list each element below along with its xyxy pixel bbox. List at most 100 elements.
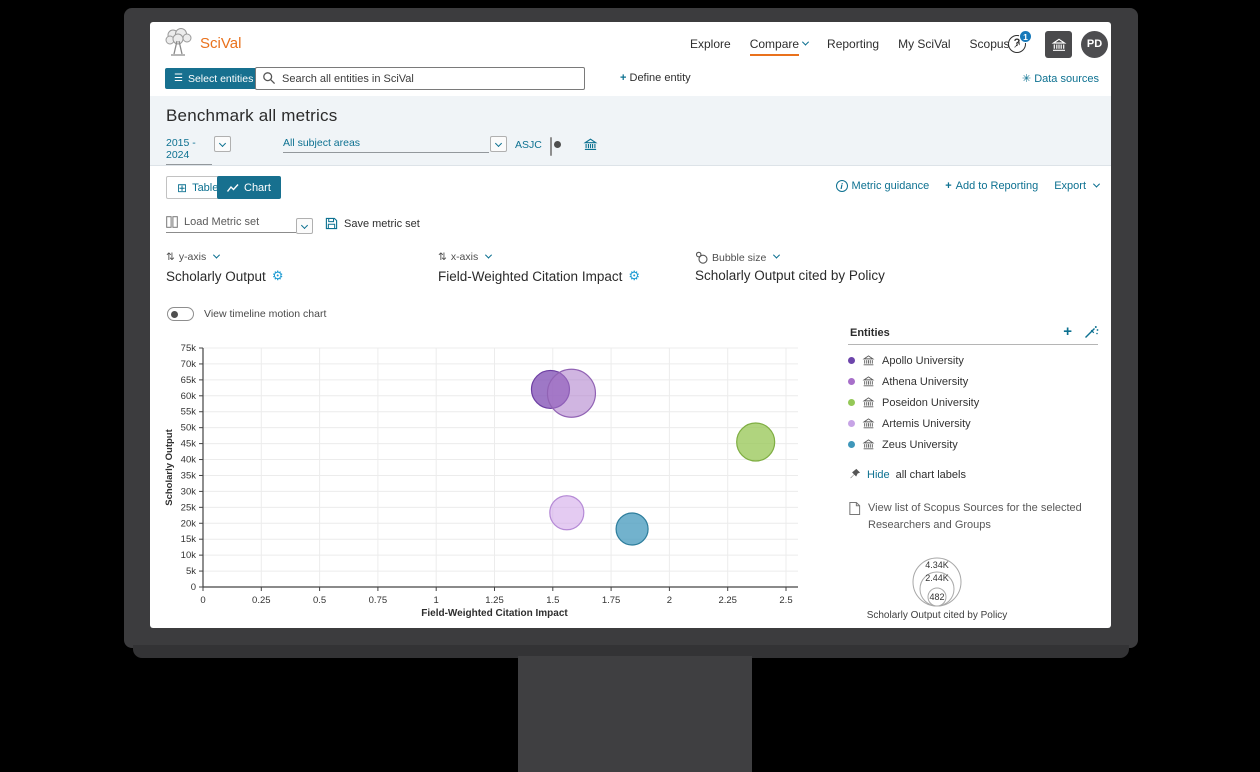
asjc-label: ASJC	[515, 139, 542, 151]
data-sources-icon: ✳	[1022, 73, 1031, 85]
bubble-size-metric: Scholarly Output cited by Policy	[695, 268, 885, 283]
chevron-down-icon	[773, 252, 780, 259]
x-axis-metric: Field-Weighted Citation Impact ⚙	[438, 268, 640, 284]
app-title: SciVal	[200, 35, 241, 52]
nav-item-compare[interactable]: Compare	[750, 37, 808, 51]
entity-row[interactable]: Athena University	[848, 371, 1098, 392]
bubble-size-picker[interactable]: Bubble size	[695, 251, 779, 264]
institution-button[interactable]	[1045, 31, 1072, 58]
x-axis-picker[interactable]: ⇅ x-axis	[438, 251, 491, 263]
page-title: Benchmark all metrics	[166, 106, 337, 126]
search-icon	[262, 71, 276, 85]
institution-icon	[862, 438, 875, 451]
motion-chart-toggle-row: View timeline motion chart	[167, 307, 326, 321]
x-tick-label: 1.5	[546, 595, 559, 606]
x-tick-label: 0.5	[313, 595, 326, 606]
search-input[interactable]	[255, 67, 585, 90]
y-tick-label: 45k	[181, 439, 197, 450]
y-tick-label: 10k	[181, 550, 197, 561]
nav-item-explore[interactable]: Explore	[690, 37, 731, 51]
y-axis-metric: Scholarly Output ⚙	[166, 268, 283, 284]
define-entity-button[interactable]: + Define entity	[620, 72, 691, 84]
monitor-mockup: SciVal Explore Compare Reporting My SciV…	[0, 0, 1260, 772]
line-chart-icon	[227, 183, 239, 193]
nav-item-my-scival[interactable]: My SciVal	[898, 37, 950, 51]
entity-row[interactable]: Poseidon University	[848, 392, 1098, 413]
y-tick-label: 0	[191, 582, 196, 593]
x-tick-label: 0.25	[252, 595, 270, 606]
legend-value: 2.44K	[925, 573, 949, 583]
bubble-size-legend: 4.34K2.44K482	[887, 548, 987, 608]
year-range-select[interactable]: 2015 - 2024	[166, 137, 212, 165]
x-tick-label: 1	[434, 595, 439, 606]
y-tick-label: 30k	[181, 486, 197, 497]
y-tick-label: 75k	[181, 343, 197, 354]
entity-bubble[interactable]	[737, 423, 775, 461]
subject-area-select[interactable]: All subject areas	[283, 137, 489, 153]
nav-item-reporting[interactable]: Reporting	[827, 37, 879, 51]
entity-bubble[interactable]	[547, 369, 595, 417]
legend-value: 4.34K	[925, 560, 949, 570]
institution-icon	[862, 375, 875, 388]
institution-icon	[1051, 37, 1067, 53]
gear-icon[interactable]: ⚙	[628, 268, 640, 284]
entities-panel-actions: +	[1063, 325, 1099, 339]
subject-area-chevron[interactable]	[490, 136, 507, 152]
entities-panel-title: Entities	[850, 327, 890, 339]
scopus-sources-row[interactable]: View list of Scopus Sources for the sele…	[848, 500, 1098, 533]
chevron-down-icon	[495, 140, 502, 147]
export-menu[interactable]: Export	[1054, 180, 1099, 192]
y-axis-title: Scholarly Output	[164, 428, 175, 505]
motion-chart-toggle[interactable]	[167, 307, 194, 321]
load-metric-chevron[interactable]	[296, 218, 313, 234]
chevron-down-icon	[219, 140, 226, 147]
main-nav: Explore Compare Reporting My SciVal Scop…	[690, 37, 1021, 51]
hide-labels-text: all chart labels	[896, 469, 966, 481]
entity-bubble[interactable]	[616, 513, 648, 545]
entity-color-dot	[848, 420, 855, 427]
entity-name: Athena University	[882, 376, 968, 388]
plus-icon: +	[945, 180, 951, 192]
clear-chart-labels-icon[interactable]	[1084, 325, 1099, 339]
institution-filter-icon[interactable]	[583, 137, 598, 152]
hide-labels-link[interactable]: Hide	[867, 469, 890, 481]
y-tick-label: 20k	[181, 518, 197, 529]
page-header-band: Benchmark all metrics 2015 - 2024 All su…	[150, 96, 1111, 166]
y-axis-picker[interactable]: ⇅ y-axis	[166, 251, 219, 263]
metric-guidance-link[interactable]: i Metric guidance	[836, 180, 930, 192]
add-to-reporting-link[interactable]: + Add to Reporting	[945, 180, 1038, 192]
data-sources-button[interactable]: ✳ Data sources	[1022, 72, 1099, 85]
chart-actions: i Metric guidance + Add to Reporting Exp…	[836, 180, 1099, 192]
entity-color-dot	[848, 441, 855, 448]
entity-row[interactable]: Artemis University	[848, 413, 1098, 434]
hide-chart-labels-row: Hide all chart labels	[848, 468, 966, 481]
pin-icon	[848, 468, 861, 481]
add-entity-button[interactable]: +	[1063, 325, 1072, 339]
help-button[interactable]: ? 1	[1008, 35, 1026, 53]
chevron-down-icon	[213, 251, 220, 258]
entity-row[interactable]: Apollo University	[848, 350, 1098, 371]
save-metric-set-button[interactable]: Save metric set	[325, 217, 420, 230]
scopus-sources-link[interactable]: View list of Scopus Sources for the sele…	[868, 500, 1098, 533]
bubble-size-legend-caption: Scholarly Output cited by Policy	[837, 610, 1037, 621]
y-tick-label: 50k	[181, 423, 197, 434]
entity-color-dot	[848, 357, 855, 364]
select-entities-button[interactable]: ☰ Select entities	[165, 68, 262, 89]
year-range-chevron[interactable]	[214, 136, 231, 152]
chevron-down-icon	[1093, 180, 1100, 187]
x-tick-label: 0.75	[369, 595, 388, 606]
entity-name: Artemis University	[882, 418, 971, 430]
x-tick-label: 1.75	[602, 595, 621, 606]
entity-row[interactable]: Zeus University	[848, 434, 1098, 455]
entity-color-dot	[848, 378, 855, 385]
entity-bubble[interactable]	[550, 496, 584, 530]
load-metric-set-select[interactable]: Load Metric set	[166, 216, 296, 233]
gear-icon[interactable]: ⚙	[272, 268, 284, 284]
info-icon: i	[836, 180, 848, 192]
chevron-down-icon	[485, 251, 492, 258]
y-tick-label: 40k	[181, 455, 197, 466]
tab-chart[interactable]: Chart	[217, 176, 281, 199]
user-avatar[interactable]: PD	[1081, 31, 1108, 58]
asjc-toggle[interactable]	[550, 137, 552, 156]
institution-icon	[862, 354, 875, 367]
